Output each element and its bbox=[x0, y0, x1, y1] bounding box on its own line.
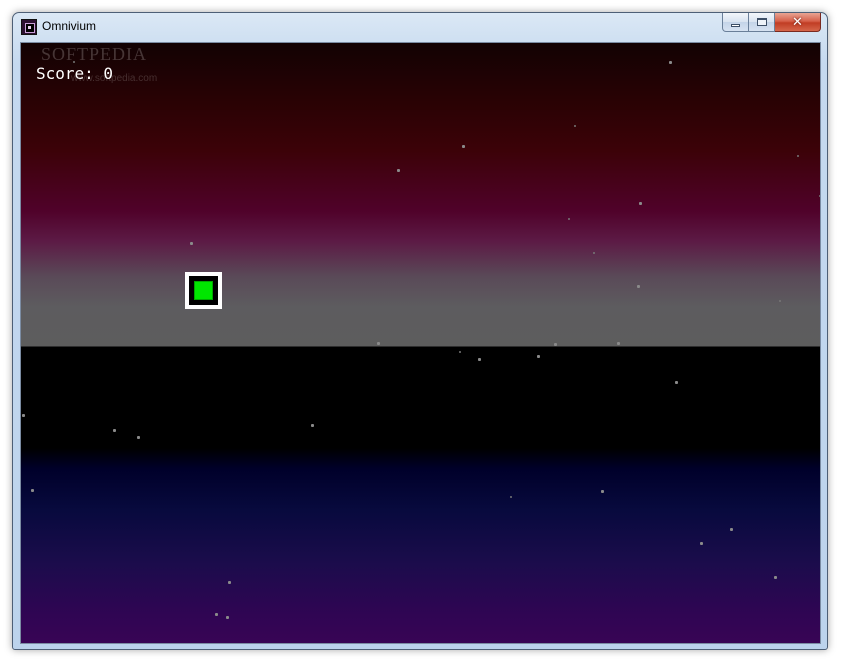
star bbox=[700, 542, 703, 545]
star bbox=[462, 145, 465, 148]
maximize-button[interactable] bbox=[749, 13, 775, 32]
maximize-icon bbox=[756, 18, 767, 26]
star bbox=[397, 169, 400, 172]
star bbox=[22, 414, 25, 417]
star bbox=[537, 355, 540, 358]
star bbox=[819, 195, 820, 197]
star bbox=[568, 218, 570, 220]
star bbox=[669, 61, 672, 64]
star bbox=[730, 528, 733, 531]
star bbox=[215, 613, 218, 616]
star bbox=[478, 358, 481, 361]
minimize-icon bbox=[731, 23, 740, 27]
star bbox=[617, 342, 620, 345]
star bbox=[73, 61, 75, 63]
star bbox=[601, 490, 604, 493]
star bbox=[228, 581, 231, 584]
star bbox=[226, 616, 229, 619]
star bbox=[113, 429, 116, 432]
softpedia-watermark: SOFTPEDIA bbox=[41, 44, 148, 64]
star bbox=[554, 343, 557, 346]
star bbox=[377, 342, 380, 345]
close-icon: ✕ bbox=[792, 14, 803, 30]
game-canvas[interactable]: SOFTPEDIA www.softpedia.com Score: 0 bbox=[20, 42, 821, 644]
close-button[interactable]: ✕ bbox=[775, 13, 821, 32]
star bbox=[459, 351, 461, 353]
star bbox=[31, 489, 34, 492]
star bbox=[574, 125, 576, 127]
player-ship bbox=[185, 272, 222, 309]
star bbox=[774, 576, 777, 579]
star bbox=[593, 252, 595, 254]
player-core bbox=[194, 281, 213, 300]
score-display: Score: 0 bbox=[36, 64, 114, 83]
window-title: Omnivium bbox=[42, 19, 97, 33]
star bbox=[311, 424, 314, 427]
star bbox=[637, 285, 640, 288]
star bbox=[797, 155, 799, 157]
star bbox=[779, 300, 781, 302]
star bbox=[137, 436, 140, 439]
minimize-button[interactable] bbox=[722, 13, 749, 32]
star bbox=[190, 242, 193, 245]
star bbox=[675, 381, 678, 384]
star bbox=[510, 496, 512, 498]
caption-buttons: ✕ bbox=[722, 13, 821, 33]
star bbox=[639, 202, 642, 205]
title-bar[interactable]: Omnivium ✕ bbox=[13, 13, 827, 43]
omnivium-app-icon[interactable] bbox=[21, 19, 37, 35]
app-window: Omnivium ✕ SOFTPEDIA www.softpedia.com S… bbox=[12, 12, 828, 650]
